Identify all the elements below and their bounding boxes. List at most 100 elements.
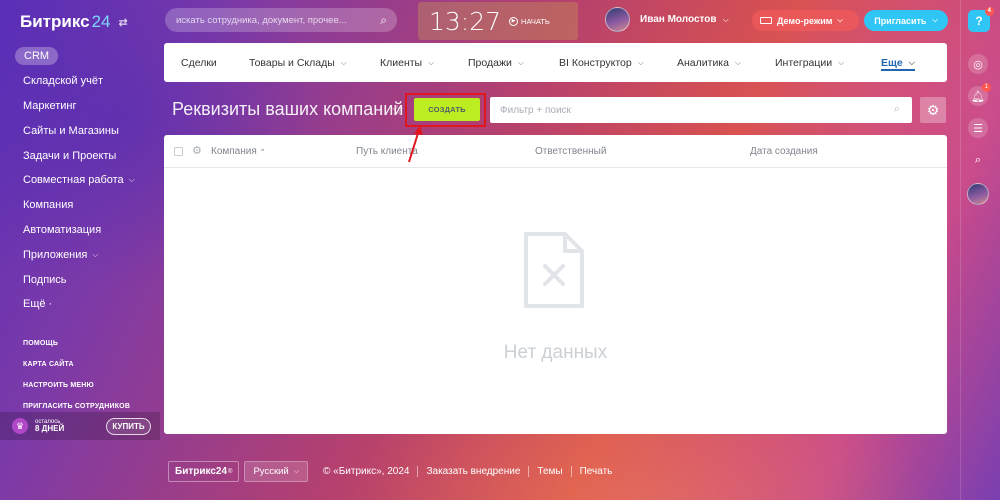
- sidebar-item-inventory[interactable]: Складской учёт: [0, 69, 160, 94]
- sidebar-item-crm[interactable]: CRM: [0, 44, 160, 69]
- filter-placeholder: Фильтр + поиск: [500, 104, 571, 116]
- tab-deals[interactable]: Сделки: [181, 43, 217, 82]
- tab-integrations[interactable]: Интеграции ⌵: [775, 43, 844, 82]
- avatar[interactable]: [967, 183, 989, 205]
- language-label: Русский: [253, 466, 289, 477]
- divider: [417, 466, 419, 477]
- search-icon[interactable]: ⌕: [894, 103, 900, 116]
- gear-icon: ⚙: [926, 101, 940, 118]
- sidebar-item-collaboration[interactable]: Совместная работа ⌵: [0, 168, 160, 193]
- pin-menu-icon[interactable]: ⇄: [119, 16, 128, 29]
- select-all-checkbox[interactable]: [174, 147, 183, 156]
- start-workday-button[interactable]: ▶ НАЧАТЬ: [509, 16, 550, 26]
- configure-menu-link[interactable]: НАСТРОИТЬ МЕНЮ: [23, 375, 130, 396]
- logo-number: 24: [91, 12, 111, 31]
- language-select[interactable]: Русский ⌵: [244, 461, 309, 482]
- chevron-down-icon: ⌵: [128, 175, 135, 185]
- help-question-icon[interactable]: ? 4: [968, 7, 994, 32]
- footer-logo[interactable]: Битрикс24 ®: [168, 461, 240, 482]
- page-title: Реквизиты ваших компаний: [172, 99, 404, 119]
- sitemap-link[interactable]: КАРТА САЙТА: [23, 354, 130, 375]
- user-menu[interactable]: Иван Молостов ⌵: [605, 7, 729, 32]
- chevron-down-icon: ⌵: [932, 16, 938, 24]
- sidebar-item-label: CRM: [15, 47, 59, 66]
- tab-products[interactable]: Товары и Склады ⌵: [249, 43, 347, 82]
- tab-label: Товары и Склады: [249, 56, 335, 69]
- main-nav: CRM Складской учёт Маркетинг Сайты и Маг…: [0, 44, 160, 317]
- filter-search-input[interactable]: Фильтр + поиск ⌕: [490, 97, 912, 123]
- print-link[interactable]: Печать: [580, 466, 613, 477]
- crm-top-menu: Сделки Товары и Склады ⌵ Клиенты ⌵ Продажи…: [164, 43, 947, 82]
- buy-button[interactable]: КУПИТЬ: [106, 418, 151, 435]
- clock-time: 13:27: [429, 6, 502, 36]
- sidebar-item-automation[interactable]: Автоматизация: [0, 218, 160, 243]
- tab-bi-builder[interactable]: BI Конструктор ⌵: [559, 43, 644, 82]
- sidebar-item-apps[interactable]: Приложения ⌵: [0, 242, 160, 267]
- chevron-down-icon: ⌵: [838, 57, 845, 67]
- column-header-responsible[interactable]: Ответственный: [535, 146, 606, 157]
- registered-mark: ®: [228, 468, 233, 475]
- create-button[interactable]: СОЗДАТЬ: [414, 98, 480, 121]
- divider: [528, 466, 530, 477]
- start-label: НАЧАТЬ: [521, 16, 550, 26]
- sidebar-item-signature[interactable]: Подпись: [0, 267, 160, 292]
- settings-gear-button[interactable]: ⚙: [920, 97, 946, 123]
- themes-link[interactable]: Темы: [537, 466, 562, 477]
- tab-clients[interactable]: Клиенты ⌵: [380, 43, 434, 82]
- sidebar-item-label: Автоматизация: [23, 223, 102, 236]
- search-icon[interactable]: ⌕: [380, 13, 387, 28]
- tab-sales[interactable]: Продажи ⌵: [468, 43, 524, 82]
- search-icon[interactable]: ⌕: [968, 150, 988, 170]
- trial-days: осталось 8 ДНЕЙ: [35, 419, 64, 434]
- global-search-input[interactable]: искать сотрудника, документ, прочее... ⌕: [165, 8, 397, 32]
- sidebar-item-tasks[interactable]: Задачи и Проекты: [0, 143, 160, 168]
- notification-badge: 1: [981, 83, 991, 92]
- logo-name: Битрикс: [20, 12, 90, 31]
- sidebar-item-company[interactable]: Компания: [0, 193, 160, 218]
- trial-banner: ♛ осталось 8 ДНЕЙ КУПИТЬ: [0, 412, 160, 440]
- chevron-down-icon: ⌵: [637, 57, 644, 67]
- sidebar-item-label: Ещё ·: [23, 298, 53, 311]
- left-sidebar: Битрикс 24 ⇄ CRM Складской учёт Маркетин…: [0, 0, 160, 500]
- star-icon[interactable]: ☆: [391, 102, 404, 119]
- sidebar-item-label: Компания: [23, 199, 74, 212]
- tab-label: Аналитика: [677, 56, 729, 69]
- invite-button[interactable]: Пригласить ⌵: [864, 10, 948, 31]
- sidebar-item-marketing[interactable]: Маркетинг: [0, 94, 160, 119]
- footer-logo-text: Битрикс24: [175, 466, 228, 477]
- gear-icon[interactable]: ⚙: [192, 144, 202, 157]
- divider: [570, 466, 572, 477]
- footer: Битрикс24 ® Русский ⌵ © «Битрикс», 2024 За…: [168, 461, 612, 482]
- companies-grid: ⚙ Компания ⌃ Путь клиента Ответственный Д…: [164, 135, 947, 434]
- tab-label: BI Конструктор: [559, 56, 632, 69]
- tab-label: Интеграции: [775, 56, 833, 69]
- column-header-company[interactable]: Компания ⌃: [211, 146, 266, 157]
- sidebar-item-more[interactable]: Ещё ·: [0, 292, 160, 317]
- bell-icon[interactable]: 🔔︎ 1: [968, 83, 991, 106]
- crown-icon: ♛: [12, 418, 28, 434]
- chat-icon[interactable]: ☰: [968, 118, 988, 138]
- tab-analytics[interactable]: Аналитика ⌵: [677, 43, 741, 82]
- tab-more[interactable]: Еще ⌵: [881, 43, 915, 82]
- copilot-icon[interactable]: ◎: [968, 54, 988, 74]
- sort-up-icon: ⌃: [259, 149, 266, 156]
- grid-header: ⚙ Компания ⌃ Путь клиента Ответственный Д…: [164, 135, 947, 168]
- copyright-text: © «Битрикс», 2024: [323, 466, 410, 477]
- sidebar-item-label: Сайты и Магазины: [23, 124, 119, 137]
- demo-mode-button[interactable]: Демо-режим ⌵: [752, 10, 859, 31]
- column-header-created[interactable]: Дата создания: [750, 146, 818, 157]
- demo-label: Демо-режим: [777, 15, 833, 26]
- sidebar-item-label: Маркетинг: [23, 99, 77, 112]
- help-link[interactable]: ПОМОЩЬ: [23, 333, 130, 354]
- sidebar-item-label: Приложения: [23, 248, 88, 261]
- work-time-widget[interactable]: 13:27 ▶ НАЧАТЬ: [418, 2, 578, 40]
- annotation-arrow: [408, 125, 423, 163]
- trial-days-value: 8 ДНЕЙ: [35, 423, 65, 433]
- bitrix24-logo[interactable]: Битрикс 24 ⇄: [20, 12, 128, 32]
- avatar[interactable]: [605, 7, 630, 32]
- chevron-down-icon: ⌵: [517, 57, 524, 67]
- sidebar-item-sites[interactable]: Сайты и Магазины: [0, 118, 160, 143]
- order-implementation-link[interactable]: Заказать внедрение: [426, 466, 520, 477]
- chevron-down-icon: ⌵: [837, 16, 843, 24]
- chevron-down-icon: ⌵: [734, 57, 742, 67]
